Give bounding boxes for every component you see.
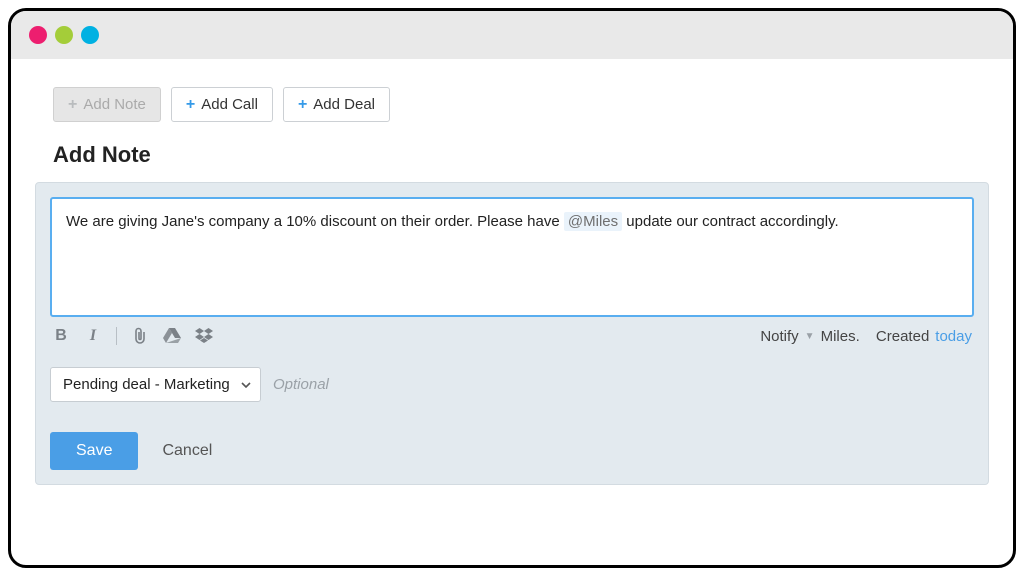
note-meta: Notify ▼ Miles. Created today	[760, 328, 972, 345]
attachment-icon[interactable]	[131, 327, 149, 345]
notify-value: Miles.	[821, 328, 860, 345]
dropbox-icon[interactable]	[195, 327, 213, 345]
optional-label: Optional	[273, 376, 329, 393]
page-title: Add Note	[53, 142, 989, 168]
save-button[interactable]: Save	[50, 432, 138, 470]
tab-add-deal[interactable]: + Add Deal	[283, 87, 390, 122]
window-close-dot[interactable]	[29, 26, 47, 44]
cancel-button[interactable]: Cancel	[162, 442, 212, 460]
action-row: Save Cancel	[50, 432, 974, 470]
window-maximize-dot[interactable]	[81, 26, 99, 44]
plus-icon: +	[298, 97, 307, 113]
tab-bar: + Add Note + Add Call + Add Deal	[53, 87, 989, 122]
google-drive-icon[interactable]	[163, 327, 181, 345]
tab-label: Add Note	[83, 96, 146, 113]
plus-icon: +	[68, 97, 77, 113]
content-area: + Add Note + Add Call + Add Deal Add Not…	[11, 59, 1013, 509]
format-tools: B I	[52, 327, 213, 345]
notify-label: Notify	[760, 328, 798, 345]
bold-icon[interactable]: B	[52, 327, 70, 345]
plus-icon: +	[186, 97, 195, 113]
window-titlebar	[11, 11, 1013, 59]
tab-add-call[interactable]: + Add Call	[171, 87, 273, 122]
note-text-before: We are giving Jane's company a 10% disco…	[66, 213, 564, 230]
mention-pill[interactable]: @Miles	[564, 212, 622, 231]
created-label: Created	[876, 328, 929, 345]
tab-add-note[interactable]: + Add Note	[53, 87, 161, 122]
created-date-link[interactable]: today	[935, 328, 972, 345]
note-panel: We are giving Jane's company a 10% disco…	[35, 182, 989, 485]
toolbar-divider	[116, 327, 117, 345]
window-minimize-dot[interactable]	[55, 26, 73, 44]
tab-label: Add Deal	[313, 96, 375, 113]
chevron-down-icon[interactable]: ▼	[805, 331, 815, 342]
deal-select-wrap: Pending deal - Marketing	[50, 367, 261, 402]
deal-row: Pending deal - Marketing Optional	[50, 367, 974, 402]
italic-icon[interactable]: I	[84, 327, 102, 345]
editor-toolbar: B I	[50, 327, 974, 345]
app-window: + Add Note + Add Call + Add Deal Add Not…	[8, 8, 1016, 568]
note-textarea[interactable]: We are giving Jane's company a 10% disco…	[50, 197, 974, 317]
tab-label: Add Call	[201, 96, 258, 113]
note-text-after: update our contract accordingly.	[622, 213, 839, 230]
deal-select[interactable]: Pending deal - Marketing	[50, 367, 261, 402]
